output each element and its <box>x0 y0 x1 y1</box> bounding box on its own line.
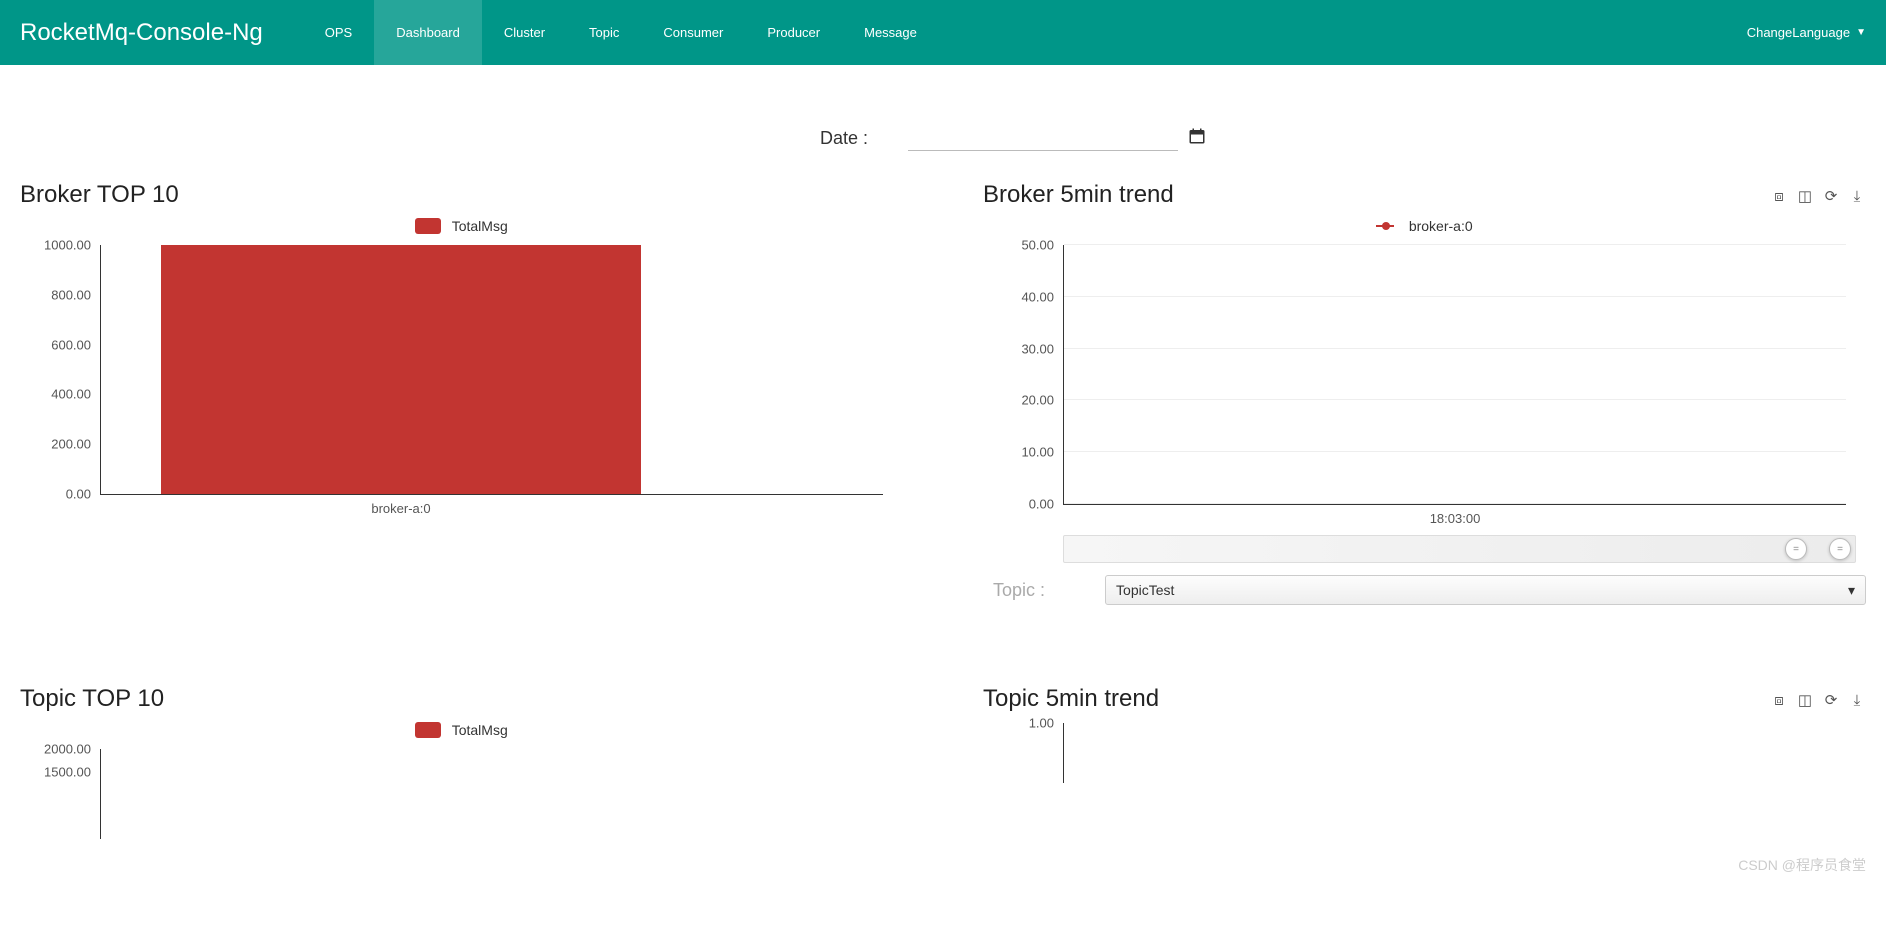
broker-top10-panel: Broker TOP 10 TotalMsg 0.00200.00400.006… <box>20 181 903 605</box>
legend-swatch-icon <box>415 722 441 738</box>
legend-text: broker-a:0 <box>1409 218 1473 234</box>
topic-trend-title: Topic 5min trend <box>983 685 1866 713</box>
nav-item-topic[interactable]: Topic <box>567 0 641 65</box>
topic-selected-value: TopicTest <box>1116 582 1174 598</box>
caret-down-icon: ▼ <box>1856 27 1866 38</box>
date-input[interactable] <box>908 125 1178 151</box>
zoom-handle-right[interactable]: = <box>1829 538 1851 560</box>
download-icon[interactable]: ⤓ <box>1848 691 1866 709</box>
topic-trend-chart: 1.00 <box>1063 723 1846 783</box>
nav-items: OPSDashboardClusterTopicConsumerProducer… <box>303 0 939 65</box>
legend-text: TotalMsg <box>452 722 508 738</box>
zoom-reset-icon[interactable]: ◫ <box>1796 187 1814 205</box>
broker-top10-chart: 0.00200.00400.00600.00800.001000.00broke… <box>100 245 883 495</box>
chart-toolbox: ⧈ ◫ ⟳ ⤓ <box>1770 691 1866 709</box>
download-icon[interactable]: ⤓ <box>1848 187 1866 205</box>
broker-trend-legend: broker-a:0 <box>983 217 1866 235</box>
date-row: Date : <box>820 125 1866 151</box>
topic-trend-panel: Topic 5min trend ⧈ ◫ ⟳ ⤓ 1.00 <box>983 685 1866 839</box>
topic-top10-title: Topic TOP 10 <box>20 685 903 713</box>
navbar: RocketMq-Console-Ng OPSDashboardClusterT… <box>0 0 1886 65</box>
nav-item-producer[interactable]: Producer <box>745 0 842 65</box>
nav-item-consumer[interactable]: Consumer <box>641 0 745 65</box>
watermark: CSDN @程序员食堂 <box>1738 855 1866 875</box>
broker-top10-legend: TotalMsg <box>20 217 903 235</box>
zoom-area-icon[interactable]: ⧈ <box>1770 187 1788 205</box>
legend-swatch-icon <box>415 218 441 234</box>
topic-label: Topic : <box>993 580 1045 601</box>
refresh-icon[interactable]: ⟳ <box>1822 691 1840 709</box>
zoom-reset-icon[interactable]: ◫ <box>1796 691 1814 709</box>
broker-trend-title: Broker 5min trend <box>983 181 1866 209</box>
date-label: Date : <box>820 128 868 149</box>
zoom-area-icon[interactable]: ⧈ <box>1770 691 1788 709</box>
topic-select-row: Topic : TopicTest ▾ <box>993 575 1866 605</box>
topic-top10-legend: TotalMsg <box>20 721 903 739</box>
chart-toolbox: ⧈ ◫ ⟳ ⤓ <box>1770 187 1866 205</box>
broker-top10-title: Broker TOP 10 <box>20 181 903 209</box>
topic-top10-chart: 1500.002000.00 <box>100 749 883 839</box>
topic-select[interactable]: TopicTest ▾ <box>1105 575 1866 605</box>
refresh-icon[interactable]: ⟳ <box>1822 187 1840 205</box>
zoom-slider[interactable]: = = <box>1063 535 1856 563</box>
change-language-label: ChangeLanguage <box>1747 25 1850 40</box>
nav-item-cluster[interactable]: Cluster <box>482 0 567 65</box>
broker-trend-panel: Broker 5min trend ⧈ ◫ ⟳ ⤓ broker-a:0 0.0… <box>983 181 1866 605</box>
zoom-handle-left[interactable]: = <box>1785 538 1807 560</box>
calendar-icon[interactable] <box>1188 127 1206 150</box>
legend-text: TotalMsg <box>452 218 508 234</box>
nav-item-message[interactable]: Message <box>842 0 939 65</box>
broker-trend-chart: 0.0010.0020.0030.0040.0050.0018:03:00 <box>1063 245 1846 505</box>
nav-item-dashboard[interactable]: Dashboard <box>374 0 482 65</box>
legend-line-icon <box>1376 225 1394 227</box>
topic-top10-panel: Topic TOP 10 TotalMsg 1500.002000.00 <box>20 685 903 839</box>
chevron-down-icon: ▾ <box>1848 582 1855 599</box>
change-language-button[interactable]: ChangeLanguage ▼ <box>1747 25 1866 40</box>
nav-item-ops[interactable]: OPS <box>303 0 374 65</box>
bar-broker-a:0 <box>161 245 641 494</box>
brand: RocketMq-Console-Ng <box>20 19 263 47</box>
